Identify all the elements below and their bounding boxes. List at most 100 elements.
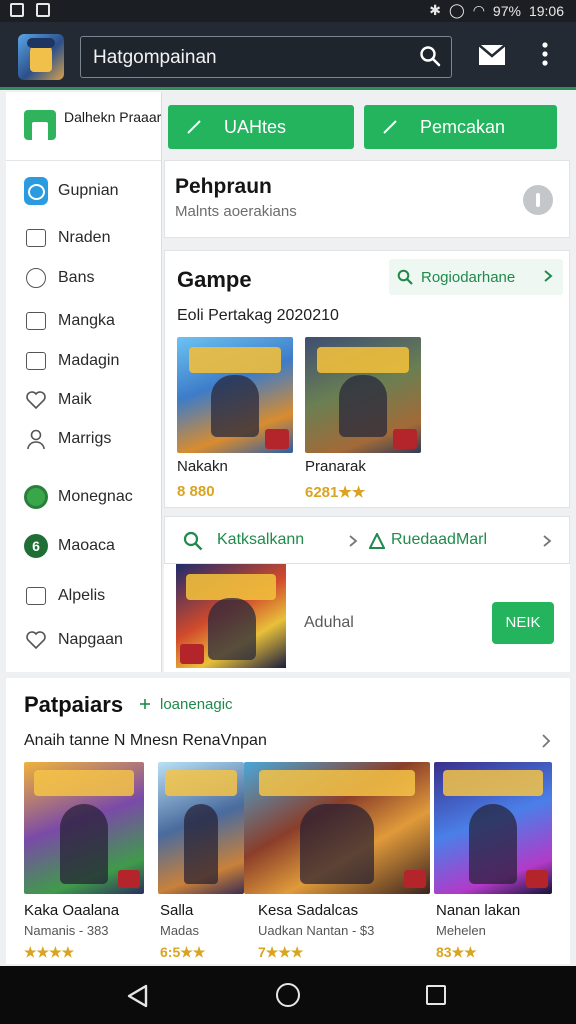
sidebar-item-5[interactable]: Maik	[24, 385, 160, 415]
section-subtitle: Eoli Pertakag 2020210	[177, 307, 339, 324]
sidebar-item-label: Madagin	[58, 352, 120, 369]
game-thumbnail[interactable]	[244, 762, 430, 894]
tag-icon	[369, 533, 385, 549]
search-input[interactable]: Hatgompainan	[80, 36, 452, 78]
battery-label: 97%	[492, 2, 521, 19]
divider	[6, 160, 161, 161]
folder-icon	[24, 226, 48, 250]
more-options-icon[interactable]	[536, 40, 554, 68]
sidebar-item-label: Nraden	[58, 229, 111, 246]
game-name[interactable]: Nanan lakan	[436, 902, 520, 919]
game-thumbnail[interactable]	[305, 337, 421, 453]
sidebar-item-1[interactable]: Nraden	[24, 223, 160, 253]
game-thumbnail[interactable]	[24, 762, 144, 894]
chevron-right-icon	[349, 535, 358, 547]
app-bar: Hatgompainan	[0, 22, 576, 90]
bookmark-icon	[24, 309, 48, 333]
sidebar-item-4[interactable]: Madagin	[24, 346, 160, 376]
sidebar-item-8[interactable]: 6 Maoaca	[24, 531, 160, 561]
back-icon[interactable]	[126, 984, 150, 1008]
game-meta: Mehelen	[436, 923, 486, 938]
info-icon[interactable]	[523, 185, 553, 215]
updates-button[interactable]: UAHtes	[168, 105, 354, 149]
clock-time: 19:06	[528, 2, 564, 19]
heart-outline-icon	[24, 628, 48, 652]
rating-badge-icon	[404, 870, 426, 888]
recommended-link[interactable]: Rogiodarhane	[389, 259, 563, 295]
game-name[interactable]: Kaka Oaalana	[24, 902, 119, 919]
rating-badge-icon	[118, 870, 140, 888]
chat-icon	[24, 177, 48, 205]
sidebar-item-label: Maoaca	[58, 537, 115, 554]
profile-subtitle: Malnts aoerakians	[175, 203, 297, 220]
purchased-button[interactable]: Pemcakan	[364, 105, 557, 149]
store-logo-icon	[24, 110, 56, 140]
check-icon	[383, 120, 397, 134]
game-thumbnail[interactable]	[434, 762, 552, 894]
notification-icon	[10, 3, 24, 17]
search-icon	[397, 269, 413, 285]
calendar-icon	[24, 349, 48, 373]
action-strip: Katksalkann RuedaadMarl	[164, 516, 570, 564]
sidebar-item-2[interactable]: Bans	[24, 263, 160, 293]
game-meta: Madas	[160, 923, 200, 938]
rating-badge-icon	[393, 429, 417, 449]
game-rating: 6281★★	[305, 484, 366, 501]
tag-icon	[24, 584, 48, 608]
status-bar: ✱ ◯ ◠ 97% 19:06	[0, 0, 576, 22]
game-name[interactable]: Salla	[160, 902, 193, 919]
sidebar-item-label: Bans	[58, 269, 95, 286]
game-meta: Namanis - 383	[24, 923, 109, 938]
sidebar-item-label: Napgaan	[58, 631, 123, 648]
profile-card[interactable]: Pehpraun Malnts aoerakians	[164, 160, 570, 238]
rating-badge-icon	[180, 644, 204, 664]
heart-icon	[24, 388, 48, 412]
search-text: Hatgompainan	[93, 47, 217, 68]
mail-icon[interactable]	[478, 44, 506, 66]
game-thumbnail[interactable]	[158, 762, 244, 894]
featured-game-row: Aduhal NEIK	[164, 564, 570, 672]
brand-label: Dalhekn Praaar	[64, 109, 162, 125]
sidebar-item-3[interactable]: Mangka	[24, 306, 160, 336]
sidebar-item-6[interactable]: Marrigs	[24, 424, 160, 454]
search-icon[interactable]	[419, 45, 441, 67]
sidebar-item-label: Gupnian	[58, 182, 119, 199]
game-thumbnail[interactable]	[177, 337, 293, 453]
game-meta: Uadkan Nantan - $3	[258, 923, 375, 938]
updates-label: UAHtes	[224, 116, 287, 137]
game-rating: 7★★★	[258, 944, 304, 960]
avatar[interactable]	[18, 34, 64, 80]
game-name[interactable]: Kesa Sadalcas	[258, 902, 358, 919]
sidebar-item-label: Mangka	[58, 312, 115, 329]
redeem-link[interactable]: RuedaadMarl	[391, 531, 487, 549]
wifi-icon: ◠	[472, 2, 485, 18]
game-rating: 8 880	[177, 483, 215, 500]
sidebar-item-label: Marrigs	[58, 430, 112, 447]
home-icon[interactable]	[276, 983, 300, 1007]
recommended-label: Rogiodarhane	[421, 268, 516, 286]
game-name[interactable]: Nakakn	[177, 458, 228, 475]
featured-game-thumbnail[interactable]	[176, 564, 286, 668]
game-rating: 83★★	[436, 944, 477, 960]
section-title: Patpaiars	[24, 692, 124, 717]
system-navigation-bar	[0, 966, 576, 1024]
sidebar: Dalhekn Praaar Gupnian Nraden Bans Mangk…	[6, 92, 162, 672]
search-icon[interactable]	[183, 531, 203, 551]
recents-icon[interactable]	[426, 985, 446, 1005]
purchased-label: Pemcakan	[420, 116, 506, 137]
sidebar-item-9[interactable]: Alpelis	[24, 581, 160, 611]
sidebar-item-0[interactable]: Gupnian	[24, 176, 160, 206]
alarm-icon: ◯	[449, 2, 465, 18]
profile-title: Pehpraun	[175, 175, 272, 198]
game-rating: ★★★★	[24, 944, 75, 960]
check-icon	[187, 120, 201, 134]
game-name[interactable]: Pranarak	[305, 458, 366, 475]
search-link[interactable]: Katksalkann	[217, 531, 304, 549]
section-tag[interactable]: loanenagic	[160, 696, 233, 713]
sidebar-item-10[interactable]: Napgaan	[24, 625, 160, 655]
chevron-right-icon[interactable]	[540, 734, 552, 748]
sparkle-icon	[140, 699, 150, 709]
sidebar-item-7[interactable]: Monegnac	[24, 482, 160, 512]
next-button[interactable]: NEIK	[492, 602, 554, 644]
game-rating: 6:5★★	[160, 944, 206, 960]
